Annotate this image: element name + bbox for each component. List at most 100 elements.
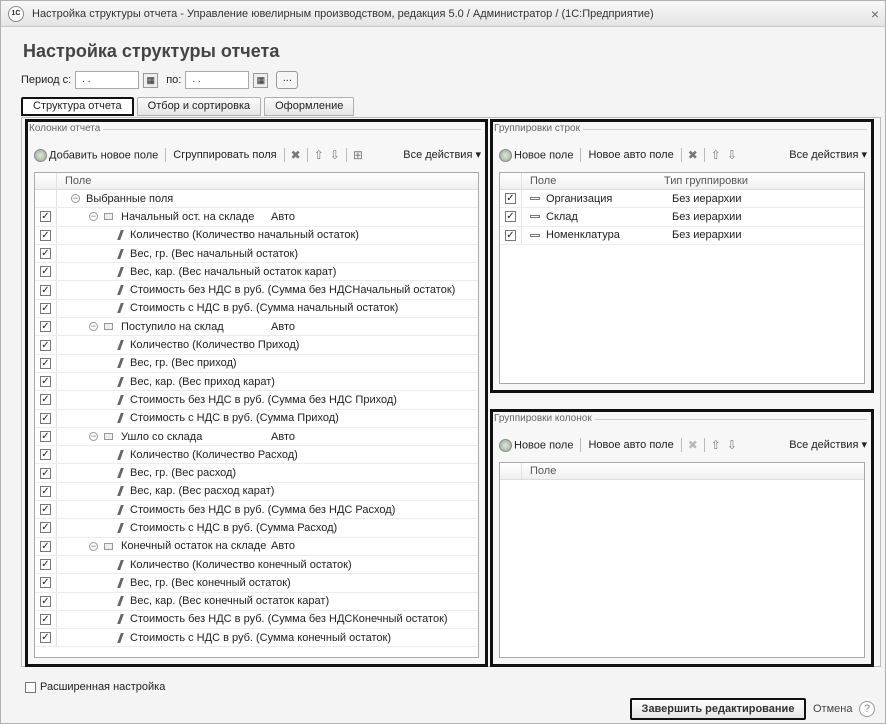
delete-icon[interactable]: ✖: [685, 148, 701, 162]
table-row[interactable]: ✓ Вес, гр. (Вес приход): [35, 354, 478, 373]
table-row[interactable]: ✓ Склад Без иерархии: [500, 208, 864, 227]
table-row[interactable]: ✓ Стоимость без НДС в руб. (Сумма без НДС…: [35, 610, 478, 630]
table-row[interactable]: ✓ Стоимость с НДС в руб. (Сумма Приход): [35, 409, 478, 428]
table-row[interactable]: ✓ Вес, гр. (Вес конечный остаток): [35, 574, 478, 593]
period-select-button[interactable]: ...: [276, 71, 299, 89]
tab-filter-sort[interactable]: Отбор и сортировка: [136, 97, 262, 116]
table-row[interactable]: ✓ Стоимость без НДС в руб. (Сумма без НДС…: [35, 391, 478, 410]
table-row[interactable]: ✓ Стоимость с НДС в руб. (Сумма конечный …: [35, 629, 478, 648]
move-down-icon[interactable]: ⇩: [327, 148, 343, 162]
table-row[interactable]: ✓ − Ушло со склада Авто: [35, 427, 478, 447]
checkbox[interactable]: ✓: [40, 321, 51, 333]
table-row[interactable]: ✓ − Конечный остаток на складе Авто: [35, 537, 478, 556]
checkbox[interactable]: ✓: [40, 577, 51, 589]
checkbox[interactable]: ✓: [40, 376, 51, 388]
all-actions-menu[interactable]: Все действия ▾: [789, 144, 867, 166]
new-auto-field-button[interactable]: Новое авто поле: [584, 439, 677, 451]
tab-appearance[interactable]: Оформление: [264, 97, 355, 116]
tab-structure[interactable]: Структура отчета: [21, 97, 134, 116]
table-row[interactable]: ✓ Вес, кар. (Вес расход карат): [35, 482, 478, 502]
move-down-icon[interactable]: ⇩: [724, 148, 740, 162]
period-to-input[interactable]: . .: [185, 71, 250, 89]
checkbox[interactable]: ✓: [40, 559, 51, 571]
checkbox[interactable]: ✓: [40, 339, 51, 351]
title-bar: 1С Настройка структуры отчета - Управлен…: [1, 1, 885, 27]
row-content: Количество (Количество Расход): [57, 449, 298, 461]
table-row[interactable]: ✓ Стоимость без НДС в руб. (Сумма без НДС…: [35, 501, 478, 520]
period-from-input[interactable]: . .: [75, 71, 140, 89]
checkbox[interactable]: ✓: [40, 284, 51, 296]
field-icon: [117, 449, 124, 460]
checkbox[interactable]: ✓: [40, 394, 51, 406]
table-row[interactable]: ✓ Вес, кар. (Вес приход карат): [35, 372, 478, 392]
checkbox[interactable]: [25, 681, 36, 693]
checkbox[interactable]: ✓: [40, 266, 51, 278]
table-row[interactable]: ✓ Вес, кар. (Вес конечный остаток карат): [35, 592, 478, 611]
finish-editing-button[interactable]: Завершить редактирование: [630, 698, 806, 720]
calendar-icon[interactable]: ▦: [253, 72, 269, 88]
table-row[interactable]: ✓ Количество (Количество Приход): [35, 336, 478, 355]
checkbox[interactable]: ✓: [505, 211, 516, 223]
cancel-link[interactable]: Отмена: [813, 703, 852, 715]
collapse-icon[interactable]: −: [89, 212, 98, 222]
checkbox[interactable]: ✓: [505, 193, 516, 205]
move-up-icon[interactable]: ⇧: [708, 148, 724, 162]
grouping-type: Без иерархии: [672, 192, 742, 205]
row-groupings-title: Группировки строк: [494, 123, 583, 134]
table-row[interactable]: ✓ Организация Без иерархии: [500, 190, 864, 209]
table-row[interactable]: ✓ Вес, гр. (Вес расход): [35, 464, 478, 483]
checkbox[interactable]: ✓: [40, 431, 51, 442]
insert-group-icon[interactable]: ⊞: [350, 148, 366, 162]
checkbox[interactable]: ✓: [40, 412, 51, 424]
all-actions-menu[interactable]: Все действия ▾: [789, 434, 867, 456]
move-up-icon[interactable]: ⇧: [708, 438, 724, 452]
collapse-icon[interactable]: −: [71, 194, 80, 204]
delete-icon[interactable]: ✖: [288, 148, 304, 162]
checkbox[interactable]: ✓: [40, 302, 51, 314]
table-row[interactable]: ✓ − Поступило на склад Авто: [35, 318, 478, 337]
new-auto-field-button[interactable]: Новое авто поле: [584, 149, 677, 161]
table-row[interactable]: ✓ Количество (Количество Расход): [35, 446, 478, 465]
collapse-icon[interactable]: −: [89, 432, 98, 441]
table-row[interactable]: ✓ Стоимость без НДС в руб. (Сумма без НДС…: [35, 281, 478, 300]
checkbox[interactable]: ✓: [40, 449, 51, 461]
table-row[interactable]: ✓ Стоимость с НДС в руб. (Сумма начальный…: [35, 299, 478, 319]
move-down-icon[interactable]: ⇩: [724, 438, 740, 452]
checkbox[interactable]: ✓: [40, 485, 51, 497]
divider: [165, 148, 167, 162]
checkbox[interactable]: ✓: [40, 357, 51, 369]
checkbox[interactable]: ✓: [40, 467, 51, 479]
table-row[interactable]: ✓ Вес, гр. (Вес начальный остаток): [35, 244, 478, 264]
table-row[interactable]: ✓ Стоимость с НДС в руб. (Сумма Расход): [35, 519, 478, 538]
all-actions-menu[interactable]: Все действия ▾: [403, 144, 481, 166]
move-up-icon[interactable]: ⇧: [311, 148, 327, 162]
checkbox[interactable]: ✓: [505, 229, 516, 241]
checkbox[interactable]: ✓: [40, 613, 51, 625]
new-field-button[interactable]: Новое поле: [495, 148, 577, 162]
collapse-icon[interactable]: −: [89, 541, 98, 551]
new-field-button[interactable]: Новое поле: [495, 438, 577, 452]
table-row[interactable]: ✓ Номенклатура Без иерархии: [500, 226, 864, 245]
table-row[interactable]: ✓ Количество (Количество конечный остаток…: [35, 555, 478, 575]
table-row[interactable]: − Выбранные поля: [35, 190, 478, 209]
checkbox[interactable]: ✓: [40, 211, 51, 223]
close-icon[interactable]: ×: [871, 6, 879, 22]
delete-icon[interactable]: ✖: [685, 438, 701, 452]
check-cell: ✓: [35, 391, 57, 409]
checkbox[interactable]: ✓: [40, 248, 51, 260]
checkbox[interactable]: ✓: [40, 540, 51, 552]
table-row[interactable]: ✓ Вес, кар. (Вес начальный остаток карат): [35, 263, 478, 282]
add-field-button[interactable]: Добавить новое поле: [30, 148, 162, 162]
checkbox[interactable]: ✓: [40, 229, 51, 241]
table-row[interactable]: ✓ − Начальный ост. на складе Авто: [35, 208, 478, 227]
help-icon[interactable]: ?: [859, 701, 875, 717]
checkbox[interactable]: ✓: [40, 522, 51, 534]
group-fields-button[interactable]: Сгруппировать поля: [169, 149, 280, 161]
checkbox[interactable]: ✓: [40, 632, 51, 644]
advanced-settings-toggle[interactable]: Расширенная настройка: [25, 681, 165, 693]
checkbox[interactable]: ✓: [40, 595, 51, 607]
calendar-icon[interactable]: ▦: [143, 72, 159, 88]
checkbox[interactable]: ✓: [40, 504, 51, 516]
collapse-icon[interactable]: −: [89, 322, 98, 332]
table-row[interactable]: ✓ Количество (Количество начальный остато…: [35, 226, 478, 245]
